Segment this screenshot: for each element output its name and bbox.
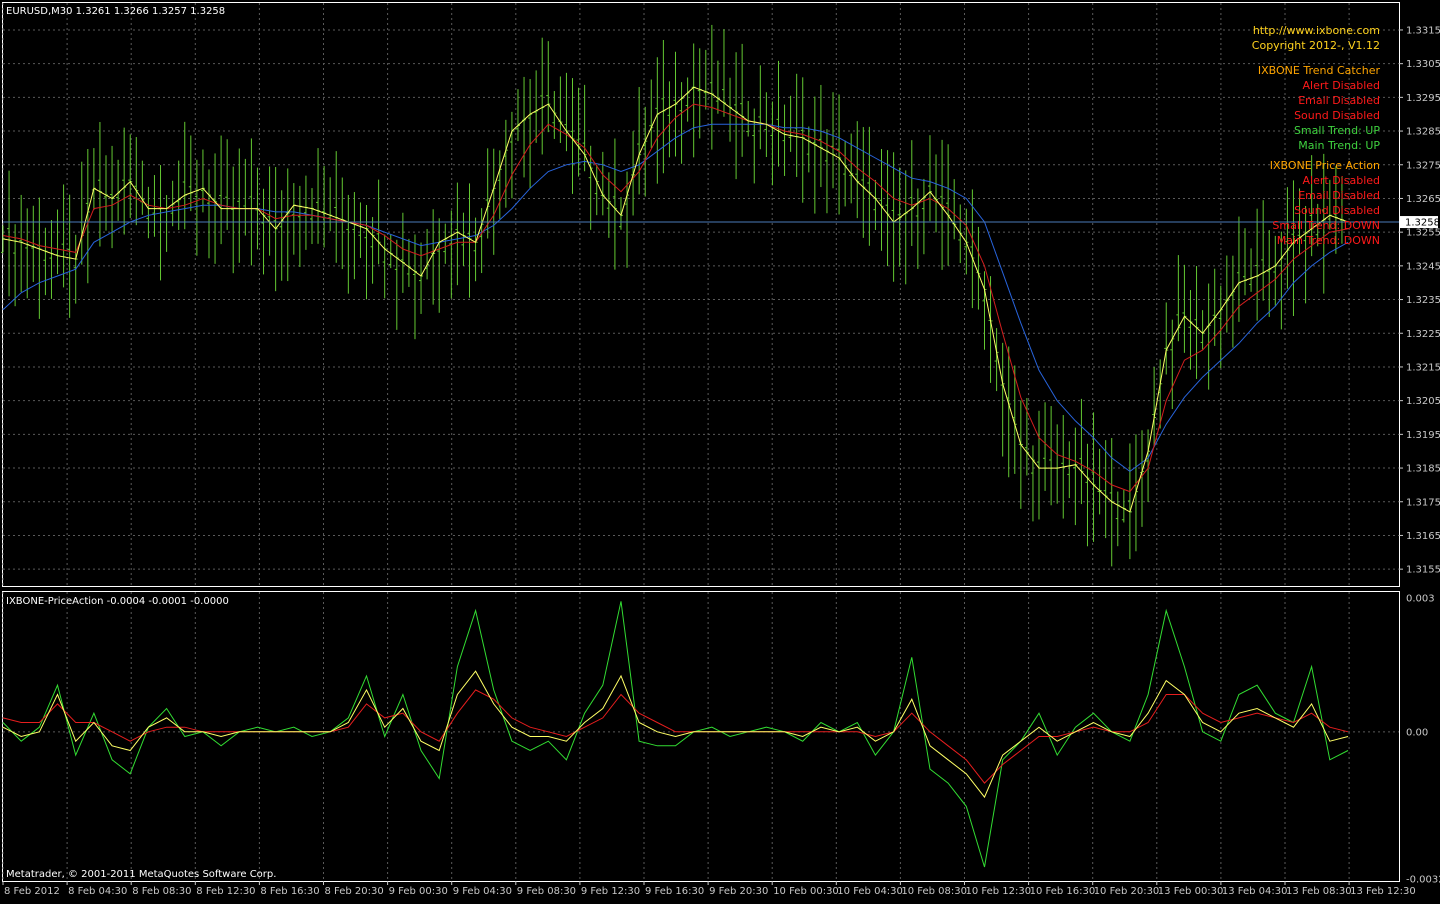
- main-chart-header: EURUSD,M30 1.3261 1.3266 1.3257 1.3258: [6, 6, 225, 17]
- price-axis[interactable]: 1.3315 1.3305 1.3295 1.3285 1.3275 1.3265 1.32…: [1399, 25, 1440, 886]
- ixbone-info-panel: http://www.ixbone.com Copyright 2012-, V1…: [1252, 24, 1381, 247]
- price-tick-label: 1.3245: [1406, 261, 1440, 272]
- info-line: Alert Disabled: [1303, 174, 1380, 187]
- info-line: Email Disabled: [1298, 189, 1380, 202]
- mid-ma-line: [2, 103, 1349, 493]
- price-tick-label: 1.3315: [1406, 25, 1440, 36]
- price-tick-label: 1.3305: [1406, 59, 1440, 70]
- grid-lines: [2, 3, 1399, 881]
- time-tick-label: 9 Feb 12:30: [581, 886, 640, 897]
- time-tick-label: 8 Feb 12:30: [196, 886, 255, 897]
- time-tick-label: 9 Feb 04:30: [453, 886, 512, 897]
- oscillator-signal-line: [2, 670, 1349, 799]
- time-tick-label: 13 Feb 12:30: [1350, 886, 1416, 897]
- time-tick-label: 13 Feb 00:30: [1158, 886, 1224, 897]
- time-tick-label: 13 Feb 04:30: [1222, 886, 1288, 897]
- price-action-oscillator: [2, 601, 1349, 868]
- info-line: IXBONE Price Action: [1270, 159, 1380, 172]
- info-line: Small Trend: DOWN: [1272, 219, 1380, 232]
- time-tick-label: 9 Feb 16:30: [645, 886, 704, 897]
- time-tick-label: 10 Feb 00:30: [773, 886, 839, 897]
- time-tick-label: 8 Feb 08:30: [132, 886, 191, 897]
- info-line: Small Trend: UP: [1294, 124, 1380, 137]
- time-tick-label: 10 Feb 12:30: [966, 886, 1032, 897]
- slow-ma-line: [2, 123, 1349, 473]
- price-tick-label: 1.3265: [1406, 194, 1440, 205]
- price-tick-label: 1.3235: [1406, 295, 1440, 306]
- info-line: Main Trend: UP: [1298, 139, 1380, 152]
- info-line: IXBONE Trend Catcher: [1258, 64, 1381, 77]
- price-tick-label: 1.3175: [1406, 497, 1440, 508]
- indicator-tick-label: 0.003: [1406, 594, 1435, 605]
- time-tick-label: 10 Feb 04:30: [837, 886, 903, 897]
- indicator-tick-label: -0.0032: [1406, 875, 1440, 886]
- indicator-tick-label: 0.00: [1406, 727, 1428, 738]
- price-tick-label: 1.3205: [1406, 396, 1440, 407]
- price-tick-label: 1.3165: [1406, 531, 1440, 542]
- info-line: http://www.ixbone.com: [1253, 24, 1380, 37]
- time-tick-label: 9 Feb 08:30: [517, 886, 576, 897]
- price-tick-label: 1.3185: [1406, 464, 1440, 475]
- time-axis[interactable]: 8 Feb 2012 8 Feb 04:30 8 Feb 08:30 8 Feb 12…: [2, 881, 1416, 897]
- time-tick-label: 9 Feb 00:30: [389, 886, 448, 897]
- metatrader-chart-window: 1.3315 1.3305 1.3295 1.3285 1.3275 1.3265 1.32…: [0, 0, 1440, 900]
- price-tick-label: 1.3255: [1406, 228, 1440, 239]
- time-tick-label: 10 Feb 16:30: [1030, 886, 1096, 897]
- oscillator-fast-line: [2, 601, 1349, 868]
- price-tick-label: 1.3195: [1406, 430, 1440, 441]
- price-tick-label: 1.3225: [1406, 329, 1440, 340]
- info-line: Sound Disabled: [1294, 204, 1380, 217]
- time-tick-label: 8 Feb 16:30: [260, 886, 319, 897]
- price-tick-label: 1.3215: [1406, 362, 1440, 373]
- info-line: Alert Disabled: [1303, 79, 1380, 92]
- time-tick-label: 8 Feb 2012: [4, 886, 60, 897]
- current-price-label: 1.3258: [1405, 218, 1440, 229]
- time-tick-label: 10 Feb 20:30: [1094, 886, 1160, 897]
- time-tick-label: 10 Feb 08:30: [901, 886, 967, 897]
- time-tick-label: 8 Feb 04:30: [68, 886, 127, 897]
- time-tick-label: 9 Feb 20:30: [709, 886, 768, 897]
- time-tick-label: 13 Feb 08:30: [1286, 886, 1352, 897]
- copyright-text: Metatrader, © 2001-2011 MetaQuotes Softw…: [6, 869, 276, 880]
- info-line: Main Trend: DOWN: [1277, 234, 1380, 247]
- price-tick-label: 1.3275: [1406, 160, 1440, 171]
- price-tick-label: 1.3295: [1406, 93, 1440, 104]
- indicator-panel-frame[interactable]: [2, 591, 1400, 882]
- chart-canvas[interactable]: 1.3315 1.3305 1.3295 1.3285 1.3275 1.3265 1.32…: [0, 0, 1440, 900]
- info-line: Sound Disabled: [1294, 109, 1380, 122]
- info-line: Copyright 2012-, V1.12: [1252, 39, 1380, 52]
- info-line: Email Disabled: [1298, 94, 1380, 107]
- price-tick-label: 1.3155: [1406, 565, 1440, 576]
- price-tick-label: 1.3285: [1406, 127, 1440, 138]
- indicator-header: IXBONE-PriceAction -0.0004 -0.0001 -0.00…: [6, 596, 229, 607]
- time-tick-label: 8 Feb 20:30: [325, 886, 384, 897]
